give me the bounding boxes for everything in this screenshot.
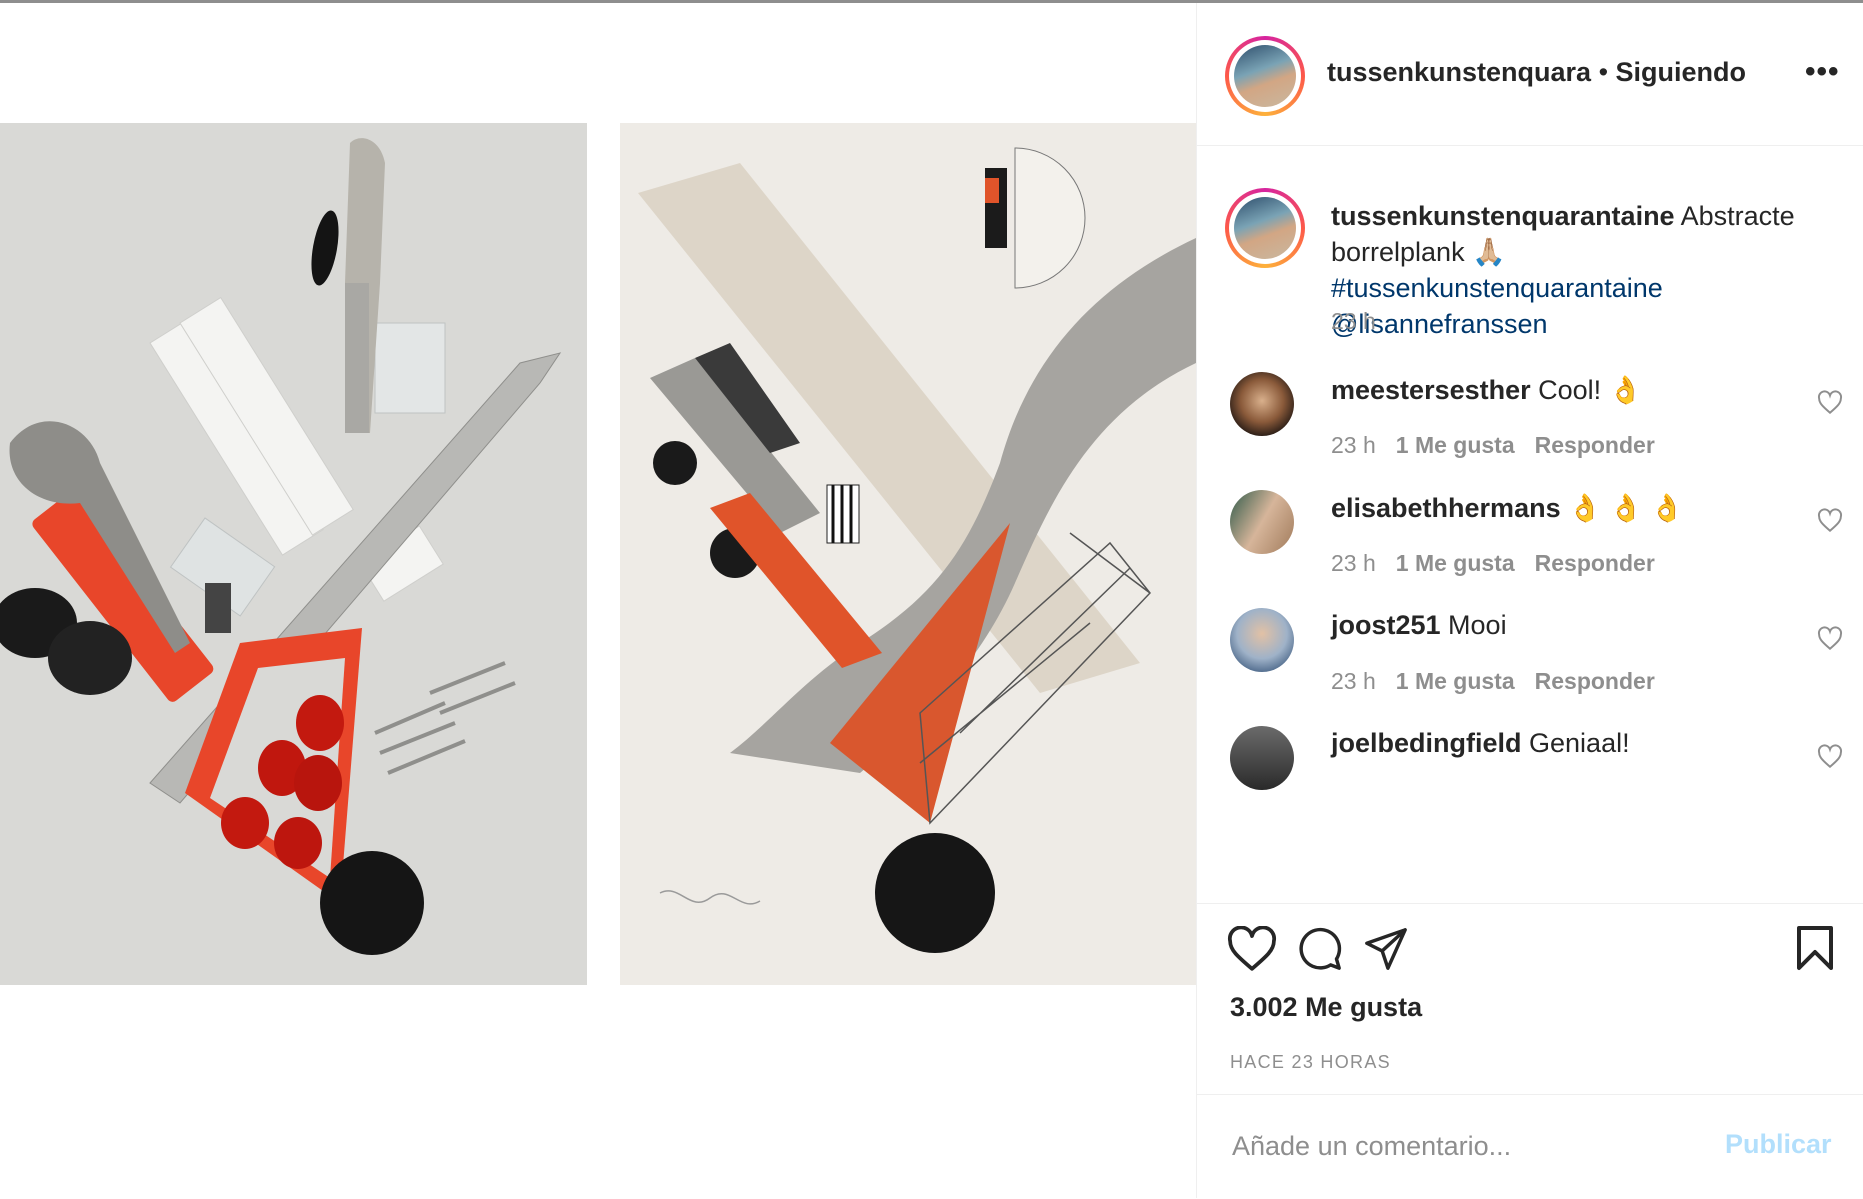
caption-time[interactable]: 23 h <box>1331 308 1376 335</box>
small-heart-icon[interactable] <box>1817 508 1843 534</box>
commenter-avatar[interactable] <box>1230 608 1294 672</box>
add-comment-bar: Publicar <box>1197 1094 1863 1199</box>
commenter-avatar[interactable] <box>1230 490 1294 554</box>
comment-meta: 23 h 1 Me gusta Responder <box>1331 550 1675 577</box>
comment-text: 👌 👌 👌 <box>1560 493 1684 523</box>
bookmark-icon[interactable] <box>1795 924 1835 972</box>
post-side-panel: tussenkunstenquara • Siguiendo ••• tusse… <box>1196 3 1863 1198</box>
caption-hashtag[interactable]: #tussenkunstenquarantaine <box>1331 270 1841 306</box>
heart-icon[interactable] <box>1227 926 1277 972</box>
publish-button[interactable]: Publicar <box>1725 1129 1832 1160</box>
comment-username[interactable]: elisabethhermans <box>1331 493 1561 523</box>
caption-avatar[interactable] <box>1225 188 1305 268</box>
small-heart-icon[interactable] <box>1817 626 1843 652</box>
post-header: tussenkunstenquara • Siguiendo ••• <box>1197 3 1863 146</box>
comment-text: Cool! 👌 <box>1530 375 1643 405</box>
comment-likes[interactable]: 1 Me gusta <box>1396 668 1515 694</box>
header-separator: • <box>1591 57 1616 87</box>
follow-status[interactable]: Siguiendo <box>1616 57 1747 87</box>
likes-count[interactable]: 3.002 Me gusta <box>1230 992 1422 1023</box>
small-heart-icon[interactable] <box>1817 390 1843 416</box>
small-heart-icon[interactable] <box>1817 744 1843 770</box>
comment-time[interactable]: 23 h <box>1331 550 1376 576</box>
comment-input[interactable] <box>1230 1125 1694 1167</box>
comment-meta: 23 h 1 Me gusta Responder <box>1331 432 1675 459</box>
share-icon[interactable] <box>1363 926 1409 972</box>
post-caption: tussenkunstenquarantaine Abstracte borre… <box>1331 198 1841 342</box>
header-text: tussenkunstenquara • Siguiendo <box>1327 57 1746 88</box>
comment-likes[interactable]: 1 Me gusta <box>1396 432 1515 458</box>
comment-text-line: joelbedingfield Geniaal! <box>1331 728 1630 759</box>
commenter-avatar[interactable] <box>1230 726 1294 790</box>
post-timestamp[interactable]: HACE 23 HORAS <box>1230 1052 1391 1073</box>
more-icon[interactable]: ••• <box>1805 55 1840 89</box>
reply-button[interactable]: Responder <box>1535 668 1655 694</box>
comment-text: Geniaal! <box>1521 728 1630 758</box>
commenter-avatar[interactable] <box>1230 372 1294 436</box>
reply-button[interactable]: Responder <box>1535 550 1655 576</box>
comment-time[interactable]: 23 h <box>1331 432 1376 458</box>
comment-icon[interactable] <box>1297 926 1343 972</box>
post-media[interactable] <box>0 3 1196 1198</box>
comment-text: Mooi <box>1440 610 1507 640</box>
post-actions: 3.002 Me gusta HACE 23 HORAS <box>1197 903 1863 1094</box>
comment-likes[interactable]: 1 Me gusta <box>1396 550 1515 576</box>
comment-item: joelbedingfield Geniaal! <box>1197 726 1863 866</box>
author-username[interactable]: tussenkunstenquara <box>1327 57 1591 87</box>
comment-username[interactable]: joelbedingfield <box>1331 728 1522 758</box>
comment-meta: 23 h 1 Me gusta Responder <box>1331 668 1675 695</box>
caption-author[interactable]: tussenkunstenquarantaine <box>1331 201 1675 231</box>
reply-button[interactable]: Responder <box>1535 432 1655 458</box>
comment-username[interactable]: meestersesther <box>1331 375 1531 405</box>
comment-text-line: meestersesther Cool! 👌 <box>1331 374 1642 406</box>
comment-text-line: joost251 Mooi <box>1331 610 1507 641</box>
comments-list[interactable]: tussenkunstenquarantaine Abstracte borre… <box>1197 146 1863 902</box>
author-avatar[interactable] <box>1225 36 1305 116</box>
caption-mention[interactable]: @lisannefranssen <box>1331 306 1841 342</box>
comment-time[interactable]: 23 h <box>1331 668 1376 694</box>
comment-username[interactable]: joost251 <box>1331 610 1441 640</box>
comment-text-line: elisabethhermans 👌 👌 👌 <box>1331 492 1684 524</box>
